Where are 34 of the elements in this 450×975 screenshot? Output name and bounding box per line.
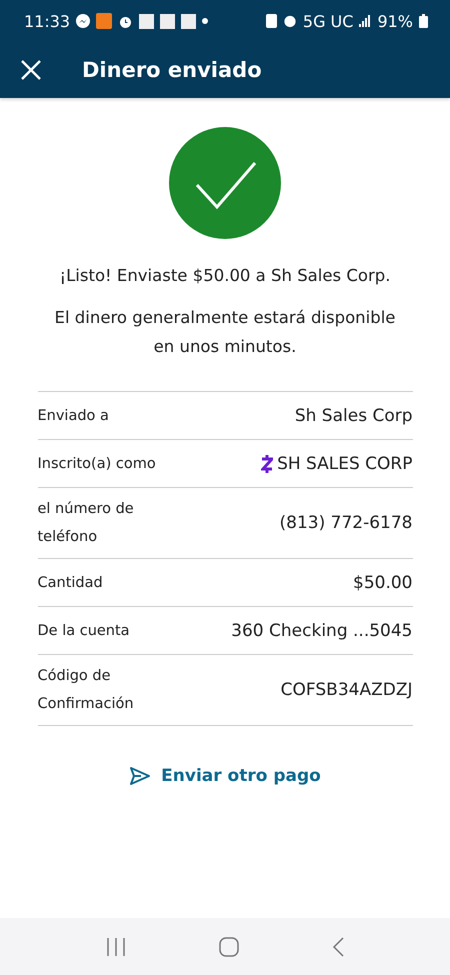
checkmark-icon [169, 127, 281, 239]
back-button[interactable] [332, 936, 344, 956]
dot-icon [202, 18, 208, 24]
detail-value: COFSB34AZDZJ [280, 680, 412, 700]
app-icon [181, 14, 196, 28]
app-icon [96, 13, 112, 29]
clock-time: 11:33 [24, 12, 70, 30]
network-label: 5G UC [302, 12, 354, 30]
detail-label: De la cuenta [38, 622, 130, 640]
signal-icon [359, 15, 372, 27]
detail-label: Enviado a [38, 406, 109, 426]
app-icon [139, 14, 154, 28]
detail-value: Sh Sales Corp [294, 406, 412, 426]
detail-value: SH SALES CORP [277, 454, 412, 474]
send-icon [129, 766, 152, 786]
detail-label: Inscrito(a) como [38, 454, 156, 474]
messenger-icon [76, 14, 90, 28]
home-button[interactable] [218, 936, 239, 956]
battery-percent: 91% [377, 12, 413, 30]
detail-label: Código de Confirmación [38, 667, 135, 714]
availability-note: El dinero generalmente estará disponible en unos minutos. [54, 307, 396, 358]
detail-value: 360 Checking ...5045 [231, 620, 412, 640]
detail-label: el número de teléfono [38, 500, 135, 547]
battery-icon [419, 14, 428, 28]
zelle-icon [261, 454, 274, 472]
detail-label: Cantidad [38, 574, 103, 592]
detail-value: (813) 772-6178 [280, 513, 412, 533]
app-icon [160, 14, 176, 28]
recent-apps-button[interactable] [106, 938, 126, 956]
send-another-payment-link[interactable]: Enviar otro pago [129, 766, 321, 786]
page-title: Dinero enviado [82, 58, 262, 82]
close-button[interactable] [20, 59, 42, 81]
detail-value: $50.00 [353, 572, 412, 592]
success-message: ¡Listo! Enviaste $50.00 a Sh Sales Corp. [59, 266, 390, 285]
